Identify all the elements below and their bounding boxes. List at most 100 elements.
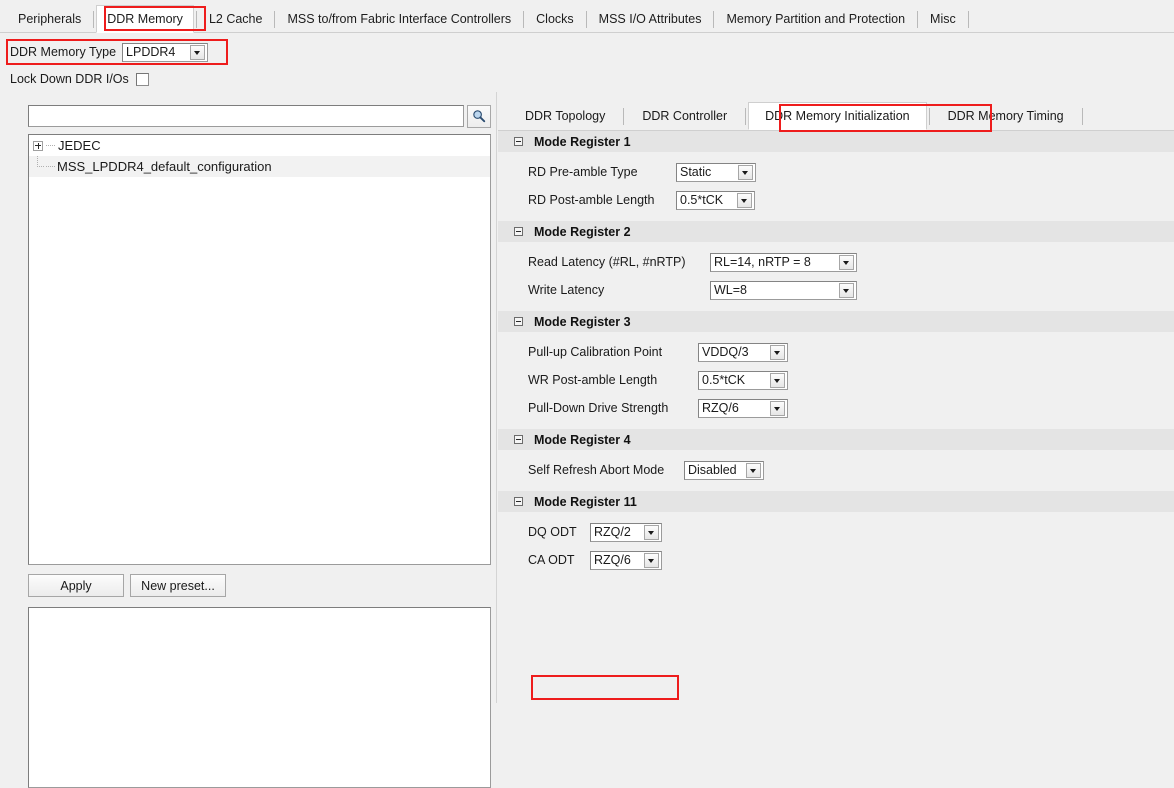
top-tab-mss-to-from-fabric-interface-controllers[interactable]: MSS to/from Fabric Interface Controllers (277, 6, 521, 33)
tab-separator (623, 108, 625, 125)
self-refresh-abort-mode-combo[interactable]: Disabled (684, 460, 764, 480)
section-title: Mode Register 3 (534, 314, 631, 329)
apply-button[interactable]: Apply (28, 574, 124, 597)
section-mode-register-3-header[interactable]: Mode Register 3 (498, 311, 1174, 332)
self-refresh-abort-mode-label: Self Refresh Abort Mode (528, 463, 665, 477)
tab-separator (523, 11, 525, 28)
ca-odt-value: RZQ/6 (594, 552, 631, 567)
field-row-pull-up-calibration-point: Pull-up Calibration Point VDDQ/3 (498, 338, 1174, 366)
lock-down-ddr-ios-checkbox[interactable] (135, 72, 149, 86)
write-latency-label: Write Latency (528, 283, 605, 297)
search-button[interactable] (467, 104, 491, 128)
chevron-down-icon[interactable] (746, 462, 761, 478)
section-mode-register-11-body: DQ ODT RZQ/2 CA ODT RZQ/6 (498, 512, 1174, 581)
top-tab-peripherals[interactable]: Peripherals (8, 6, 91, 33)
tab-ddr-controller[interactable]: DDR Controller (626, 103, 743, 130)
pull-down-drive-strength-value: RZQ/6 (702, 400, 739, 415)
field-row-rd-postamble-length: RD Post-amble Length 0.5*tCK (498, 186, 1174, 214)
tab-separator (274, 11, 276, 28)
lock-down-ddr-ios-label: Lock Down DDR I/Os (10, 72, 129, 86)
dq-odt-label: DQ ODT (528, 525, 577, 539)
rd-postamble-length-combo[interactable]: 0.5*tCK (676, 190, 755, 210)
collapse-minus-icon[interactable] (514, 317, 523, 326)
collapse-minus-icon[interactable] (514, 227, 523, 236)
pull-up-calibration-point-combo[interactable]: VDDQ/3 (698, 342, 788, 362)
section-title: Mode Register 4 (534, 432, 631, 447)
rd-preamble-type-label: RD Pre-amble Type (528, 165, 638, 179)
chevron-down-icon[interactable] (770, 344, 785, 360)
top-tab-ddr-memory[interactable]: DDR Memory (96, 5, 194, 33)
top-tab-mss-i-o-attributes[interactable]: MSS I/O Attributes (589, 6, 712, 33)
wr-postamble-length-combo[interactable]: 0.5*tCK (698, 370, 788, 390)
lock-down-ddr-ios-row: Lock Down DDR I/Os (10, 68, 149, 90)
chevron-down-icon[interactable] (644, 524, 659, 540)
tab-ddr-topology[interactable]: DDR Topology (509, 103, 621, 130)
tab-separator (928, 108, 930, 125)
rd-postamble-length-value: 0.5*tCK (680, 192, 724, 207)
dq-odt-value: RZQ/2 (594, 524, 631, 539)
expand-plus-icon[interactable] (33, 140, 43, 151)
read-latency-value: RL=14, nRTP = 8 (714, 254, 811, 269)
read-latency-label: Read Latency (#RL, #nRTP) (528, 255, 686, 269)
tree-connector (33, 156, 44, 177)
tab-ddr-memory-initialization[interactable]: DDR Memory Initialization (748, 102, 927, 130)
field-row-read-latency: Read Latency (#RL, #nRTP) RL=14, nRTP = 8 (498, 248, 1174, 276)
tab-ddr-memory-timing[interactable]: DDR Memory Timing (932, 103, 1080, 130)
pull-down-drive-strength-label: Pull-Down Drive Strength (528, 401, 669, 415)
top-tab-misc[interactable]: Misc (920, 6, 966, 33)
tab-separator (585, 11, 587, 28)
field-row-write-latency: Write Latency WL=8 (498, 276, 1174, 304)
new-preset-button[interactable]: New preset... (130, 574, 226, 597)
section-mode-register-1-body: RD Pre-amble Type Static RD Post-amble Len… (498, 152, 1174, 221)
tree-item-jedec[interactable]: JEDEC (29, 135, 490, 156)
section-mode-register-3-body: Pull-up Calibration Point VDDQ/3 WR Post-a… (498, 332, 1174, 429)
ddr-memory-type-label: DDR Memory Type (10, 45, 117, 59)
search-row (28, 104, 491, 128)
self-refresh-abort-mode-value: Disabled (688, 462, 737, 477)
field-row-pull-down-drive-strength: Pull-Down Drive Strength RZQ/6 (498, 394, 1174, 422)
section-mode-register-2-header[interactable]: Mode Register 2 (498, 221, 1174, 242)
chevron-down-icon[interactable] (190, 44, 206, 60)
chevron-down-icon[interactable] (770, 372, 785, 388)
tree-item-mss-lpddr4-default-configuration[interactable]: MSS_LPDDR4_default_configuration (29, 156, 490, 177)
write-latency-combo[interactable]: WL=8 (710, 280, 857, 300)
section-mode-register-1-header[interactable]: Mode Register 1 (498, 131, 1174, 152)
field-row-wr-postamble-length: WR Post-amble Length 0.5*tCK (498, 366, 1174, 394)
top-tab-clocks[interactable]: Clocks (526, 6, 584, 33)
collapse-minus-icon[interactable] (514, 497, 523, 506)
section-mode-register-2-body: Read Latency (#RL, #nRTP) RL=14, nRTP = 8… (498, 242, 1174, 311)
ca-odt-combo[interactable]: RZQ/6 (590, 550, 662, 570)
top-tab-list: Peripherals DDR Memory L2 Cache MSS to/from… (0, 0, 1174, 33)
chevron-down-icon[interactable] (770, 400, 785, 416)
search-input[interactable] (28, 105, 465, 127)
magnifier-icon (473, 110, 486, 123)
log-output-area[interactable] (28, 607, 491, 788)
chevron-down-icon[interactable] (737, 192, 752, 208)
ddr-configuration-panel: DDR Topology DDR Controller DDR Memory Ini… (498, 92, 1174, 703)
tab-separator (713, 11, 715, 28)
read-latency-combo[interactable]: RL=14, nRTP = 8 (710, 252, 857, 272)
rd-preamble-type-combo[interactable]: Static (676, 162, 756, 182)
chevron-down-icon[interactable] (738, 164, 753, 180)
section-title: Mode Register 1 (534, 134, 631, 149)
tree-connector (46, 166, 55, 167)
preset-tree[interactable]: JEDEC MSS_LPDDR4_default_configuration (28, 134, 491, 565)
ddr-memory-initialization-content: Mode Register 1 RD Pre-amble Type Static RD… (498, 131, 1174, 703)
chevron-down-icon[interactable] (839, 282, 854, 298)
tree-item-label: MSS_LPDDR4_default_configuration (57, 159, 272, 174)
ddr-memory-type-combo[interactable]: LPDDR4 (122, 42, 209, 62)
collapse-minus-icon[interactable] (514, 435, 523, 444)
top-tab-l2-cache[interactable]: L2 Cache (199, 6, 273, 33)
section-mode-register-4-header[interactable]: Mode Register 4 (498, 429, 1174, 450)
dq-odt-combo[interactable]: RZQ/2 (590, 522, 662, 542)
pull-up-calibration-point-label: Pull-up Calibration Point (528, 345, 663, 359)
pull-down-drive-strength-combo[interactable]: RZQ/6 (698, 398, 788, 418)
chevron-down-icon[interactable] (644, 552, 659, 568)
field-row-ca-odt: CA ODT RZQ/6 (498, 546, 1174, 574)
section-mode-register-11-header[interactable]: Mode Register 11 (498, 491, 1174, 512)
collapse-minus-icon[interactable] (514, 137, 523, 146)
top-tab-memory-partition-and-protection[interactable]: Memory Partition and Protection (716, 6, 915, 33)
chevron-down-icon[interactable] (839, 254, 854, 270)
section-title: Mode Register 2 (534, 224, 631, 239)
preset-action-buttons: Apply New preset... (28, 574, 226, 597)
